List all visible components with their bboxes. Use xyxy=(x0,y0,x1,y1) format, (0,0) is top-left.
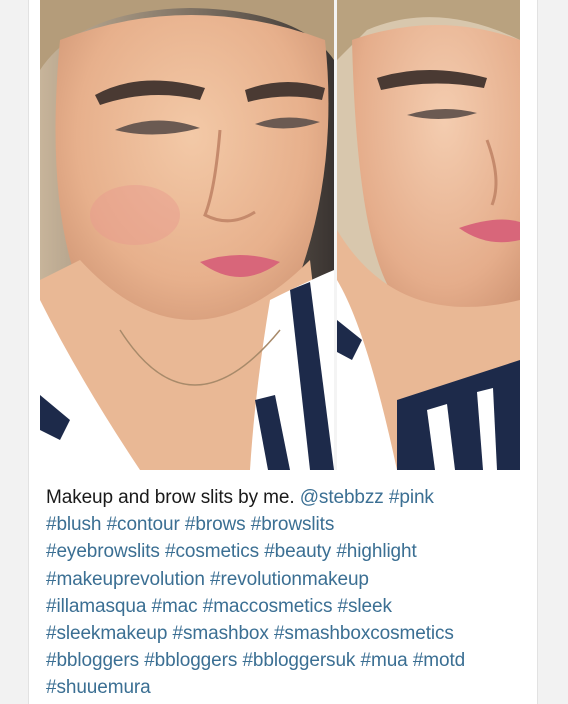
post-photo-collage[interactable] xyxy=(40,0,520,470)
hashtag-link[interactable]: #pink xyxy=(389,487,434,508)
hashtag-link[interactable]: #illamasqua xyxy=(46,596,146,617)
hashtag-link[interactable]: #browslits xyxy=(251,514,335,535)
hashtag-link[interactable]: #contour xyxy=(107,514,180,535)
hashtag-link[interactable]: #cosmetics xyxy=(165,541,259,562)
hashtag-link[interactable]: #sleek xyxy=(338,596,392,617)
hashtag-link[interactable]: #beauty xyxy=(264,541,331,562)
mention-link[interactable]: @stebbzz xyxy=(300,487,384,508)
post-card: Makeup and brow slits by me. @stebbzz #p… xyxy=(28,0,538,704)
post-caption: Makeup and brow slits by me. @stebbzz #p… xyxy=(46,484,524,702)
photo-front-view xyxy=(40,0,334,470)
caption-text: Makeup and brow slits by me. xyxy=(46,487,295,508)
front-face-image xyxy=(40,0,334,470)
hashtag-link[interactable]: #sleekmakeup xyxy=(46,623,167,644)
hashtag-link[interactable]: #shuuemura xyxy=(46,677,151,698)
hashtag-link[interactable]: #bbloggersuk xyxy=(242,650,355,671)
hashtag-link[interactable]: #smashboxcosmetics xyxy=(274,623,454,644)
hashtag-link[interactable]: #highlight xyxy=(336,541,416,562)
hashtag-link[interactable]: #revolutionmakeup xyxy=(210,569,369,590)
hashtag-link[interactable]: #blush xyxy=(46,514,101,535)
hashtag-link[interactable]: #brows xyxy=(185,514,246,535)
hashtag-link[interactable]: #bbloggers xyxy=(144,650,237,671)
hashtag-link[interactable]: #motd xyxy=(413,650,465,671)
hashtag-link[interactable]: #mua xyxy=(361,650,408,671)
hashtag-link[interactable]: #maccosmetics xyxy=(203,596,333,617)
hashtag-link[interactable]: #eyebrowslits xyxy=(46,541,160,562)
hashtag-link[interactable]: #makeuprevolution xyxy=(46,569,205,590)
hashtag-link[interactable]: #mac xyxy=(151,596,197,617)
hashtag-link[interactable]: #bbloggers xyxy=(46,650,139,671)
hashtag-link[interactable]: #smashbox xyxy=(173,623,269,644)
photo-side-view xyxy=(337,0,520,470)
side-face-image xyxy=(337,0,520,470)
